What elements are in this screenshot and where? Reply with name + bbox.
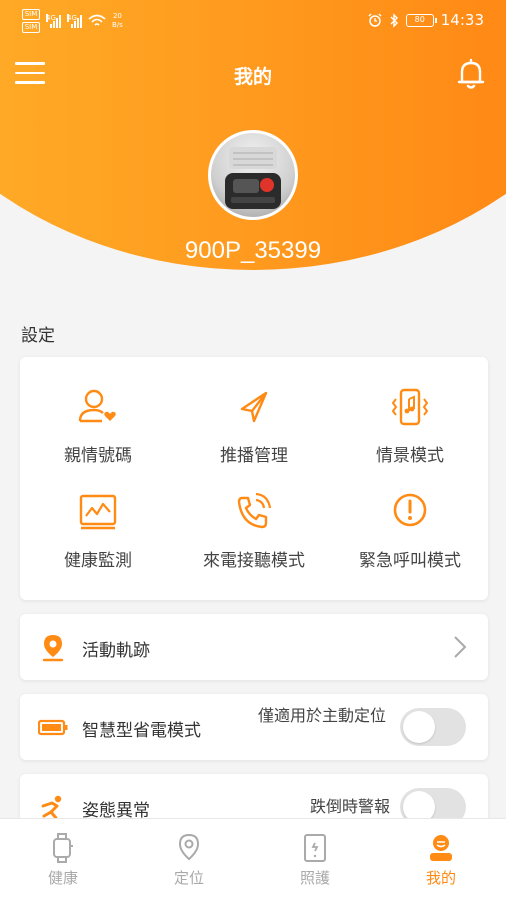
battery-status-icon: 80 bbox=[405, 13, 437, 27]
power-saving-row: 智慧型省電模式 僅適用於主動定位 bbox=[20, 694, 488, 760]
location-pin-icon bbox=[42, 635, 64, 662]
device-avatar[interactable] bbox=[208, 130, 298, 220]
tab-health-label: 健康 bbox=[47, 869, 78, 887]
status-right: 80 14:33 bbox=[368, 11, 484, 29]
push-management-label: 推播管理 bbox=[220, 446, 288, 466]
care-device-icon bbox=[304, 834, 326, 862]
watch-icon bbox=[53, 833, 73, 863]
heart-monitor-icon bbox=[79, 494, 117, 530]
family-contacts-label: 親情號碼 bbox=[64, 446, 132, 466]
wifi-icon bbox=[88, 14, 106, 26]
device-name: 900P_35399 bbox=[184, 237, 322, 264]
settings-grid-card: 親情號碼 推播管理 情景模式 健康監測 來電接聽模式 緊急呼叫模式 bbox=[20, 357, 488, 600]
emergency-call-mode-label: 緊急呼叫模式 bbox=[359, 551, 461, 571]
settings-section-label: 設定 bbox=[21, 326, 55, 346]
phone-vibrate-music-icon bbox=[391, 388, 429, 426]
sim1-icon: SIM bbox=[22, 9, 40, 20]
status-time: 14:33 bbox=[440, 11, 484, 29]
call-answer-mode-button[interactable]: 來電接聽模式 bbox=[176, 490, 332, 571]
chevron-right-icon[interactable] bbox=[452, 634, 468, 660]
alert-circle-icon bbox=[393, 493, 427, 527]
scene-mode-button[interactable]: 情景模式 bbox=[332, 385, 488, 466]
toggle-knob bbox=[403, 711, 435, 743]
alarm-clock-icon bbox=[368, 13, 382, 27]
phone-call-icon bbox=[237, 492, 272, 529]
activity-track-row[interactable]: 活動軌跡 bbox=[20, 614, 488, 680]
tab-location[interactable]: 定位 bbox=[126, 833, 252, 888]
tab-profile-label: 我的 bbox=[425, 869, 456, 887]
signal-2-icon: 4G bbox=[67, 14, 82, 28]
emergency-call-mode-button[interactable]: 緊急呼叫模式 bbox=[332, 490, 488, 571]
tab-profile[interactable]: 我的 bbox=[378, 833, 504, 888]
call-answer-mode-label: 來電接聽模式 bbox=[203, 551, 305, 571]
push-management-button[interactable]: 推播管理 bbox=[176, 385, 332, 466]
device-photo-icon bbox=[225, 147, 281, 209]
network-speed: 20 B/s bbox=[112, 12, 123, 29]
posture-alert-note: 跌倒時警報 bbox=[309, 797, 390, 816]
power-saving-note: 僅適用於主動定位 bbox=[257, 706, 386, 725]
notification-bell-icon[interactable] bbox=[456, 58, 486, 90]
bluetooth-icon bbox=[390, 12, 398, 28]
paper-plane-icon bbox=[240, 391, 268, 423]
tab-care-label: 照護 bbox=[299, 869, 330, 887]
tab-location-label: 定位 bbox=[173, 869, 204, 887]
tab-care[interactable]: 照護 bbox=[252, 833, 378, 888]
status-left: SIM SIM 4G 4G 20 B/s bbox=[22, 9, 123, 33]
power-saving-toggle[interactable] bbox=[400, 708, 466, 746]
sim-indicators: SIM SIM bbox=[22, 9, 40, 33]
health-monitor-button[interactable]: 健康監測 bbox=[20, 490, 176, 571]
family-contact-icon bbox=[78, 389, 116, 423]
status-bar: SIM SIM 4G 4G 20 B/s 80 14:33 bbox=[0, 0, 506, 40]
power-saving-label: 智慧型省電模式 bbox=[82, 721, 201, 741]
health-monitor-label: 健康監測 bbox=[64, 551, 132, 571]
battery-icon bbox=[38, 719, 68, 736]
location-icon bbox=[178, 833, 200, 861]
bottom-navigation: 健康 定位 照護 我的 bbox=[0, 818, 506, 900]
family-contacts-button[interactable]: 親情號碼 bbox=[20, 385, 176, 466]
activity-track-label: 活動軌跡 bbox=[82, 641, 150, 661]
user-profile-icon bbox=[430, 835, 452, 861]
signal-1-icon: 4G bbox=[46, 14, 61, 28]
scene-mode-label: 情景模式 bbox=[376, 446, 444, 466]
sim2-icon: SIM bbox=[22, 22, 40, 33]
tab-health[interactable]: 健康 bbox=[0, 833, 126, 888]
page-title: 我的 bbox=[233, 66, 272, 88]
